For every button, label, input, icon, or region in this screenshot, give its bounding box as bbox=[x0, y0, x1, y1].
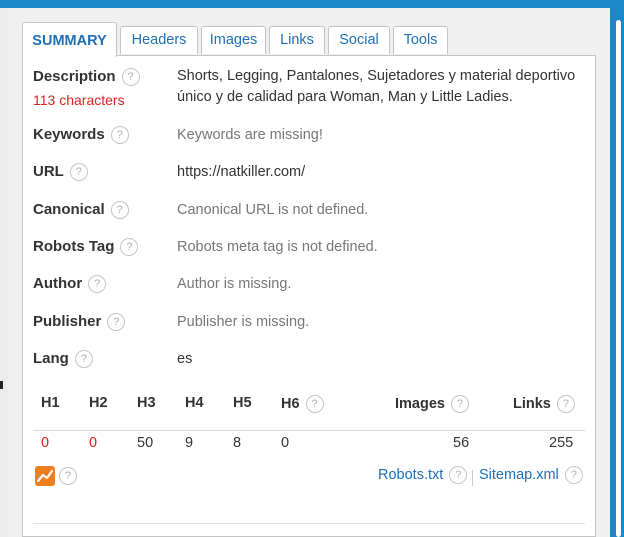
tab-images[interactable]: Images bbox=[201, 26, 266, 54]
canonical-label: Canonical? bbox=[33, 201, 129, 220]
help-icon[interactable]: ? bbox=[305, 395, 324, 413]
images-count: 56 bbox=[453, 435, 470, 451]
window-edge-right bbox=[610, 0, 624, 537]
h4-header: H4 bbox=[185, 395, 204, 411]
h2-count: 0 bbox=[89, 435, 98, 451]
stats-divider bbox=[33, 430, 585, 431]
trend-chart-icon[interactable] bbox=[35, 466, 55, 486]
h6-header: H6? bbox=[281, 395, 324, 413]
scrollbar[interactable] bbox=[616, 20, 621, 537]
tab-summary[interactable]: SUMMARY bbox=[22, 22, 117, 57]
tab-headers[interactable]: Headers bbox=[120, 26, 198, 54]
link-separator bbox=[472, 470, 473, 486]
help-icon[interactable]: ? bbox=[121, 68, 140, 87]
h5-count: 8 bbox=[233, 435, 242, 451]
help-icon[interactable]: ? bbox=[556, 395, 575, 413]
canonical-label-text: Canonical bbox=[33, 201, 105, 218]
author-label: Author? bbox=[33, 275, 107, 294]
url-label: URL? bbox=[33, 163, 88, 182]
images-header: Images? bbox=[395, 395, 469, 413]
help-icon[interactable]: ? bbox=[449, 466, 468, 484]
help-icon[interactable]: ? bbox=[450, 395, 469, 413]
lang-value: es bbox=[177, 351, 193, 367]
description-value: Shorts, Legging, Pantalones, Sujetadores… bbox=[177, 68, 576, 105]
description-label: Description? bbox=[33, 68, 140, 87]
keywords-label-text: Keywords bbox=[33, 126, 105, 143]
tab-links[interactable]: Links bbox=[269, 26, 325, 54]
h1-count: 0 bbox=[41, 435, 50, 451]
author-value: Author is missing. bbox=[177, 276, 292, 292]
keywords-value: Keywords are missing! bbox=[177, 127, 323, 143]
author-label-text: Author bbox=[33, 275, 83, 292]
links-header: Links? bbox=[513, 395, 575, 413]
lang-label-text: Lang bbox=[33, 350, 69, 367]
window-edge-top bbox=[0, 0, 624, 8]
robots-tag-value: Robots meta tag is not defined. bbox=[177, 239, 378, 255]
tab-tools[interactable]: Tools bbox=[393, 26, 448, 54]
publisher-label-text: Publisher bbox=[33, 313, 102, 330]
help-icon[interactable]: ? bbox=[110, 126, 129, 145]
robots-tag-label: Robots Tag? bbox=[33, 238, 139, 257]
h4-count: 9 bbox=[185, 435, 194, 451]
lang-label: Lang? bbox=[33, 350, 93, 369]
robots-txt-link[interactable]: Robots.txt? bbox=[378, 466, 468, 484]
publisher-label: Publisher? bbox=[33, 313, 126, 332]
robots-tag-label-text: Robots Tag bbox=[33, 238, 115, 255]
keywords-label: Keywords? bbox=[33, 126, 129, 145]
h2-header: H2 bbox=[89, 395, 108, 411]
h3-count: 50 bbox=[137, 435, 154, 451]
h5-header: H5 bbox=[233, 395, 252, 411]
url-value[interactable]: https://natkiller.com/ bbox=[177, 162, 305, 183]
help-icon[interactable]: ? bbox=[88, 275, 107, 294]
sitemap-xml-link[interactable]: Sitemap.xml? bbox=[479, 466, 583, 484]
robots-txt-link-text[interactable]: Robots.txt bbox=[378, 467, 443, 483]
description-char-count: 113 characters bbox=[33, 92, 125, 108]
description-label-text: Description bbox=[33, 68, 116, 85]
publisher-value: Publisher is missing. bbox=[177, 314, 310, 330]
links-header-text: Links bbox=[513, 395, 551, 412]
help-icon[interactable]: ? bbox=[69, 163, 88, 182]
h1-header: H1 bbox=[41, 395, 60, 411]
section-divider bbox=[33, 523, 585, 524]
h6-count: 0 bbox=[281, 435, 290, 451]
edge-marker bbox=[0, 381, 3, 389]
summary-content: Description? 113 characters Shorts, Legg… bbox=[22, 55, 596, 537]
seo-summary-panel: SUMMARY Headers Images Links Social Tool… bbox=[8, 8, 610, 537]
help-icon[interactable]: ? bbox=[120, 238, 139, 257]
images-header-text: Images bbox=[395, 395, 445, 412]
window-edge-left bbox=[0, 0, 8, 537]
canonical-value: Canonical URL is not defined. bbox=[177, 202, 369, 218]
sitemap-xml-link-text[interactable]: Sitemap.xml bbox=[479, 467, 559, 483]
help-icon[interactable]: ? bbox=[564, 466, 583, 484]
links-count: 255 bbox=[549, 435, 574, 451]
tab-social[interactable]: Social bbox=[328, 26, 390, 54]
help-icon[interactable]: ? bbox=[59, 467, 77, 485]
help-icon[interactable]: ? bbox=[110, 201, 129, 220]
help-icon[interactable]: ? bbox=[107, 313, 126, 332]
url-label-text: URL bbox=[33, 163, 64, 180]
help-icon[interactable]: ? bbox=[74, 350, 93, 369]
h3-header: H3 bbox=[137, 395, 156, 411]
h6-header-text: H6 bbox=[281, 395, 300, 412]
